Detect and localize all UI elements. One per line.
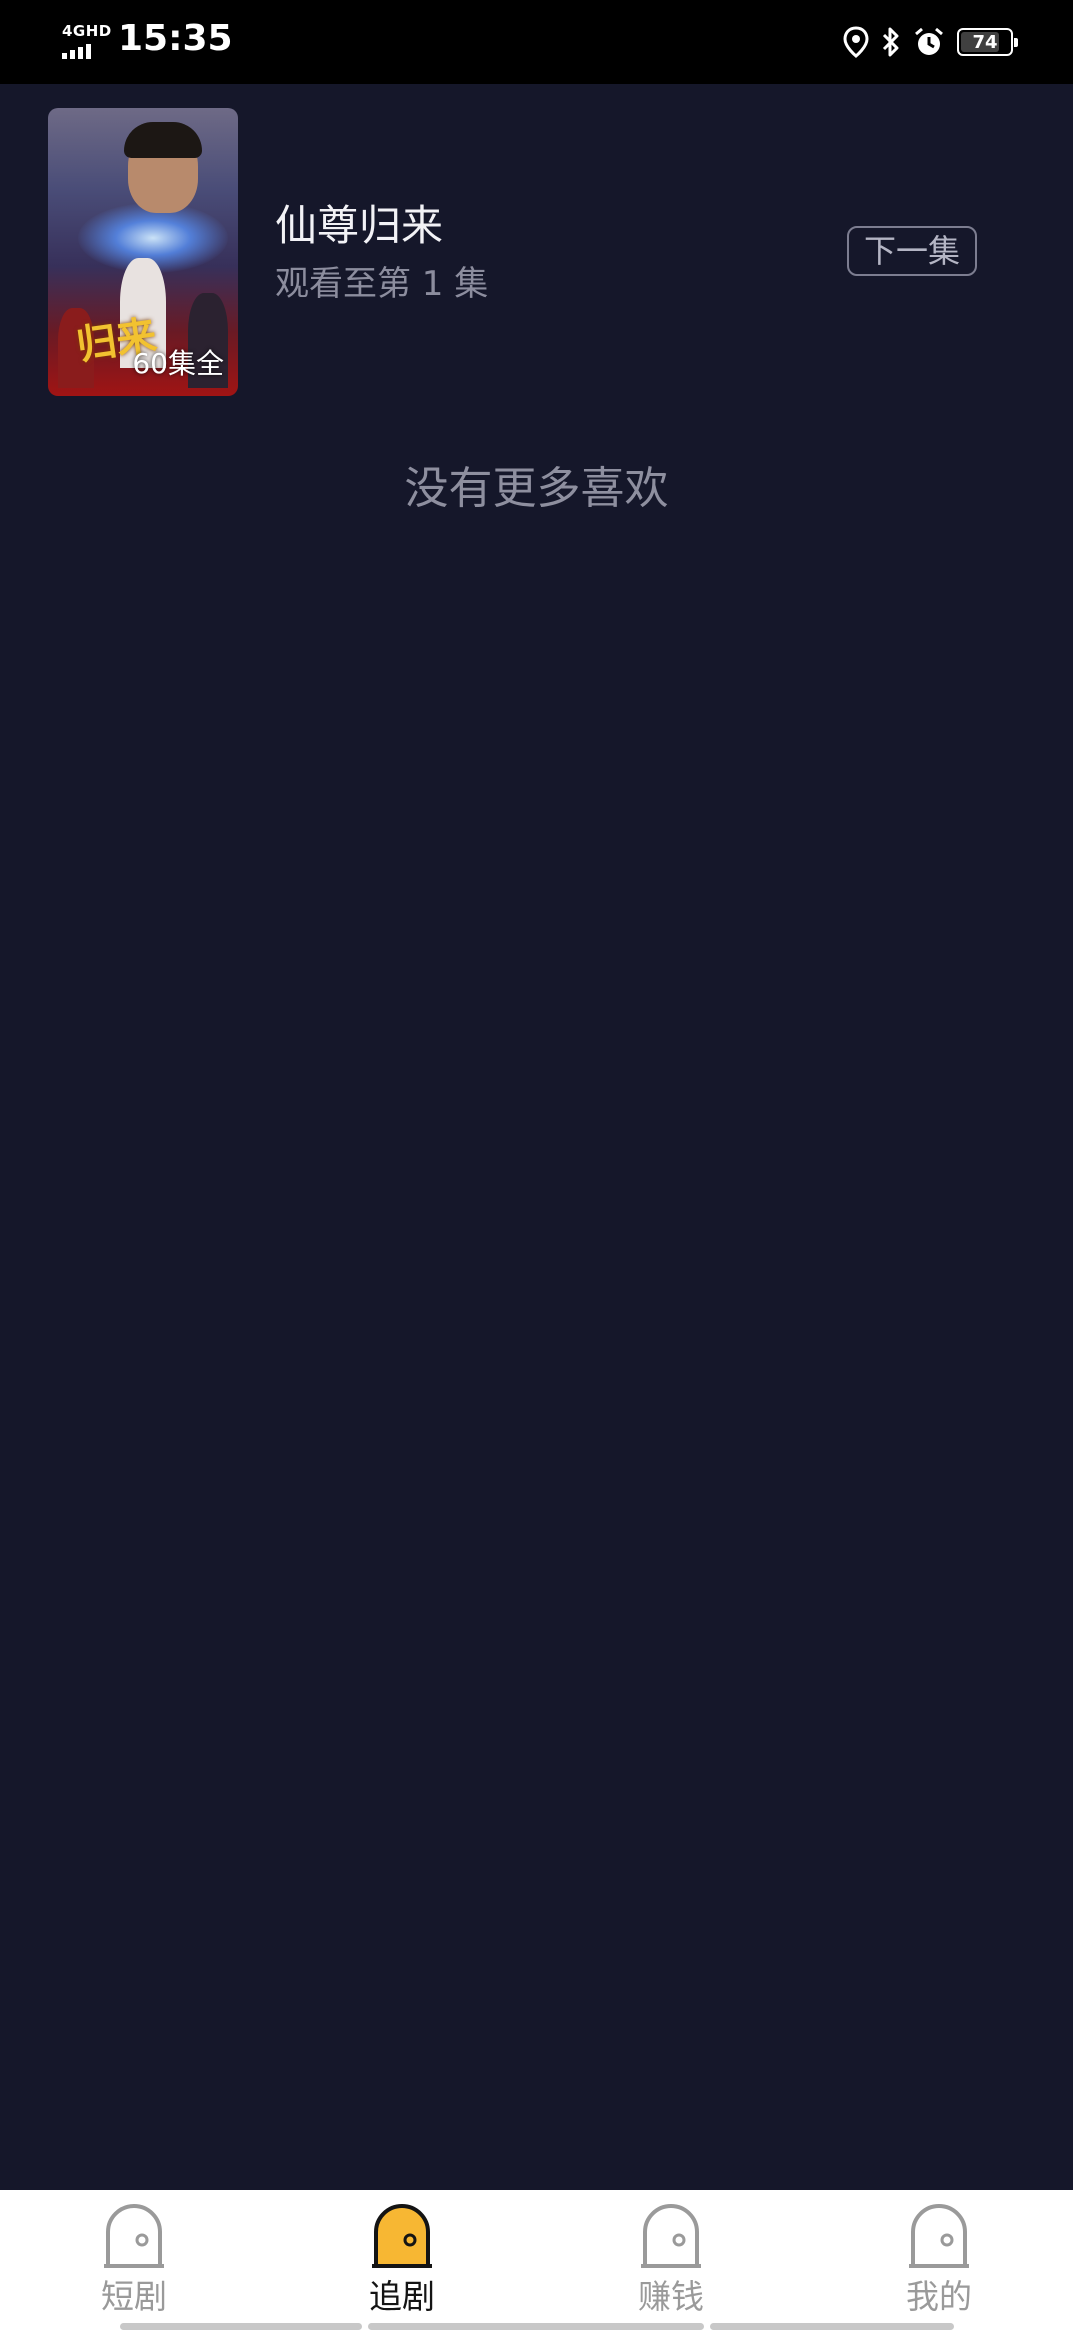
- network-indicator: 4GHD: [62, 22, 112, 62]
- bottom-tab-bar: 短剧 追剧 赚钱 我的: [0, 2190, 1073, 2333]
- signal-icon: [62, 44, 91, 59]
- battery-icon: 74: [957, 28, 1018, 56]
- series-title[interactable]: 仙尊归来: [275, 192, 443, 253]
- earn-icon: [641, 2204, 701, 2268]
- cover-art-hair: [124, 122, 202, 158]
- series-cover[interactable]: 归来 60集全: [48, 108, 238, 396]
- next-episode-button[interactable]: 下一集: [847, 226, 977, 276]
- home-indicator: [368, 2323, 704, 2330]
- profile-icon: [909, 2204, 969, 2268]
- tab-profile[interactable]: 我的: [874, 2202, 1004, 2322]
- tab-label: 追剧: [369, 2277, 435, 2316]
- episode-count-badge: 60集全: [132, 347, 224, 380]
- network-type: 4GHD: [62, 22, 112, 40]
- tab-follow[interactable]: 追剧: [337, 2202, 467, 2322]
- home-indicator: [710, 2323, 954, 2330]
- no-more-hint: 没有更多喜欢: [404, 463, 669, 514]
- tab-label: 赚钱: [638, 2277, 704, 2316]
- shorts-icon: [104, 2204, 164, 2268]
- screen: 4GHD 15:35 74 归来 60集全 仙尊归来 观看至第 1 集 下一集 …: [0, 0, 1073, 2333]
- bluetooth-icon: [882, 27, 899, 57]
- home-indicator[interactable]: [120, 2323, 362, 2330]
- battery-level: 74: [972, 31, 998, 53]
- tab-label: 短剧: [101, 2277, 167, 2316]
- location-icon: [843, 26, 869, 58]
- tab-label: 我的: [906, 2277, 972, 2316]
- tab-earn[interactable]: 赚钱: [606, 2202, 736, 2322]
- series-card[interactable]: 归来 60集全 仙尊归来 观看至第 1 集 下一集: [48, 108, 1025, 396]
- alarm-icon: [915, 27, 943, 55]
- tab-shorts[interactable]: 短剧: [69, 2202, 199, 2322]
- status-bar: 4GHD 15:35 74: [0, 0, 1073, 84]
- status-icons: 74: [843, 22, 1018, 62]
- clock: 15:35: [118, 18, 233, 59]
- watch-progress: 观看至第 1 集: [275, 264, 489, 304]
- follow-icon: [372, 2204, 432, 2268]
